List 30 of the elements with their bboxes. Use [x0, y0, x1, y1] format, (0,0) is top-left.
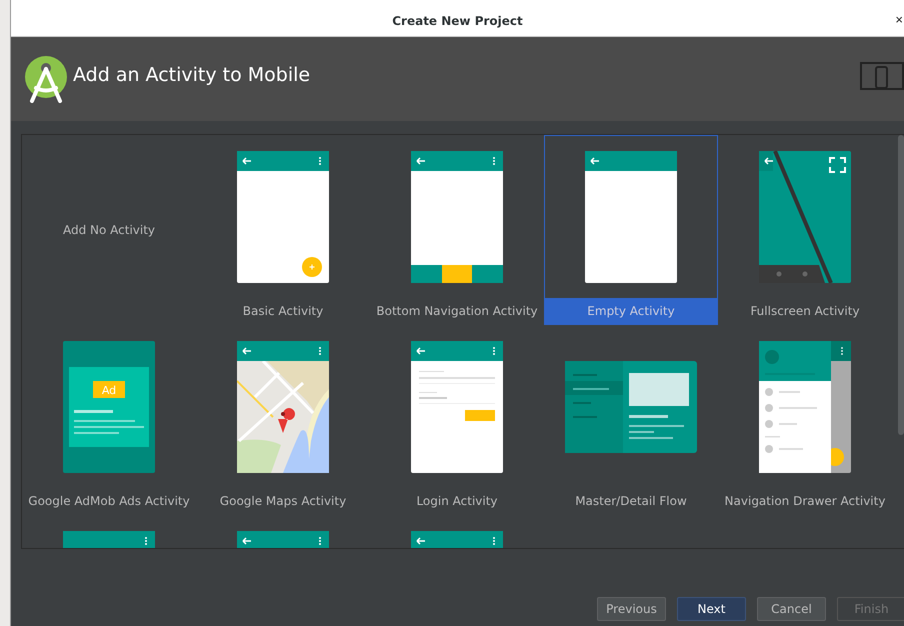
activity-tile[interactable]: Google Maps Activity: [196, 325, 370, 515]
activity-label: Bottom Navigation Activity: [375, 303, 539, 320]
activity-label: Google Maps Activity: [218, 493, 348, 510]
activity-tile[interactable]: Login Activity: [370, 325, 544, 515]
activity-tile[interactable]: Basic Activity: [196, 135, 370, 325]
close-button[interactable]: ×: [895, 12, 903, 27]
dialog-button[interactable]: Previous: [597, 597, 666, 621]
activity-label: Add No Activity: [62, 222, 156, 239]
activity-tile[interactable]: Fullscreen Activity: [718, 135, 892, 325]
activity-tile[interactable]: Ad Google AdMob Ads Activity: [22, 325, 196, 515]
activity-tile[interactable]: Empty Activity: [544, 135, 718, 325]
window-title: Create New Project: [392, 14, 523, 28]
activity-label: Login Activity: [415, 493, 499, 510]
activity-tile[interactable]: Bottom Navigation Activity: [370, 135, 544, 325]
scrollbar[interactable]: [898, 135, 904, 435]
activity-label: Master/Detail Flow: [574, 493, 688, 510]
activity-label: Basic Activity: [242, 303, 324, 320]
activity-tile[interactable]: Add No Activity: [22, 135, 196, 325]
activity-label: Fullscreen Activity: [749, 303, 861, 320]
activity-label: Google AdMob Ads Activity: [27, 493, 191, 510]
ad-label: Ad: [102, 384, 116, 397]
dialog-button[interactable]: Next: [677, 597, 746, 621]
activity-label: Empty Activity: [545, 298, 717, 324]
dialog-button[interactable]: Cancel: [757, 597, 826, 621]
activity-label: Navigation Drawer Activity: [724, 493, 886, 510]
compass-logo-icon: [23, 55, 69, 103]
phone-tablet-icon: [860, 62, 904, 90]
activity-tile[interactable]: Navigation Drawer Activity: [718, 325, 892, 515]
activity-tile[interactable]: Master/Detail Flow: [544, 325, 718, 515]
page-heading: Add an Activity to Mobile: [73, 64, 312, 86]
